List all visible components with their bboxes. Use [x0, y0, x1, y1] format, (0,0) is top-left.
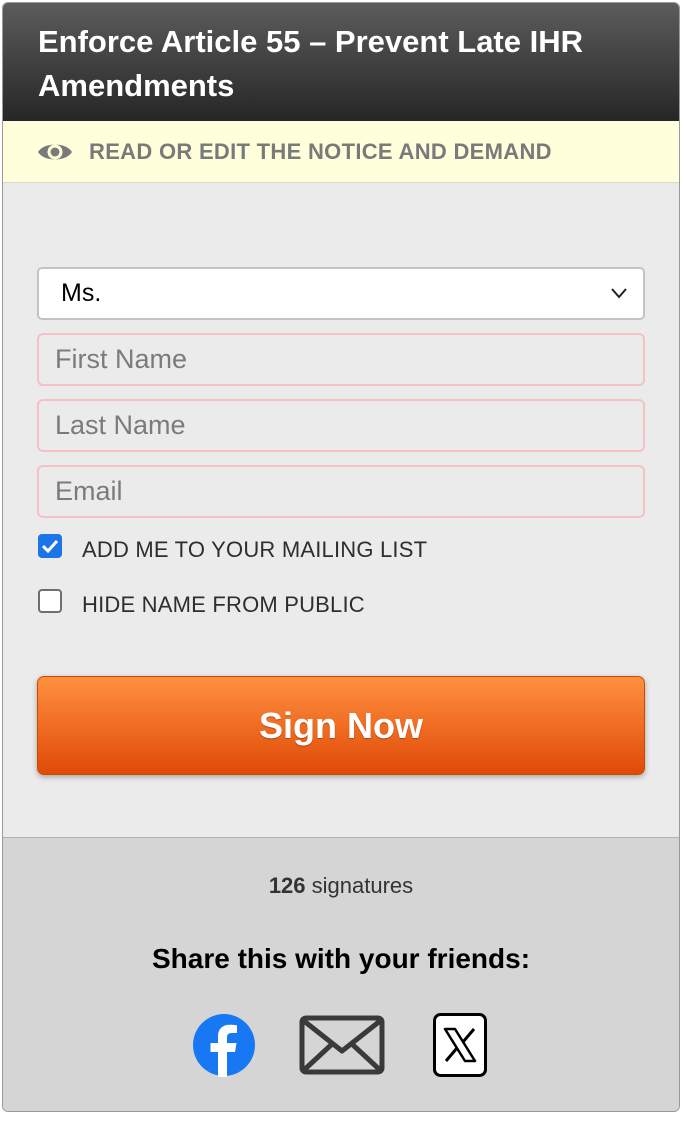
- mailing-list-checkbox[interactable]: [38, 534, 62, 558]
- signature-count-number: 126: [268, 873, 306, 898]
- hide-name-label: HIDE NAME FROM PUBLIC: [82, 592, 365, 617]
- signup-form: Ms. First Name Last Name Email ADD ME TO…: [3, 183, 679, 837]
- notice-label: READ OR EDIT THE NOTICE AND DEMAND: [89, 138, 552, 164]
- chevron-down-icon: [611, 288, 627, 299]
- email-placeholder: Email: [55, 476, 123, 506]
- mailing-list-label: ADD ME TO YOUR MAILING LIST: [82, 537, 428, 562]
- last-name-placeholder: Last Name: [55, 410, 186, 440]
- hide-name-checkbox[interactable]: [38, 589, 62, 613]
- first-name-placeholder: First Name: [55, 344, 188, 374]
- signature-count: 126 signatures: [3, 873, 679, 899]
- checkmark-icon: [41, 539, 59, 553]
- page-title: Enforce Article 55 – Prevent Late IHR Am…: [38, 24, 583, 103]
- share-icons: [3, 1008, 679, 1078]
- eye-icon: [38, 144, 72, 159]
- sign-now-button[interactable]: Sign Now: [37, 676, 645, 775]
- hide-name-option[interactable]: HIDE NAME FROM PUBLIC: [38, 589, 365, 618]
- email-field[interactable]: Email: [37, 465, 645, 518]
- footer: 126 signatures Share this with your frie…: [3, 837, 679, 1111]
- last-name-field[interactable]: Last Name: [37, 399, 645, 452]
- signature-count-suffix: signatures: [311, 873, 414, 898]
- salutation-select[interactable]: Ms.: [37, 267, 645, 320]
- first-name-field[interactable]: First Name: [37, 333, 645, 386]
- email-icon[interactable]: [299, 1015, 385, 1075]
- facebook-icon[interactable]: [192, 1013, 256, 1077]
- read-notice-link[interactable]: READ OR EDIT THE NOTICE AND DEMAND: [3, 121, 679, 183]
- x-icon[interactable]: [433, 1013, 487, 1077]
- salutation-value: Ms.: [61, 279, 102, 307]
- petition-widget: Enforce Article 55 – Prevent Late IHR Am…: [2, 2, 680, 1112]
- mailing-list-option[interactable]: ADD ME TO YOUR MAILING LIST: [38, 534, 428, 563]
- header: Enforce Article 55 – Prevent Late IHR Am…: [3, 3, 679, 121]
- share-heading: Share this with your friends:: [151, 943, 531, 974]
